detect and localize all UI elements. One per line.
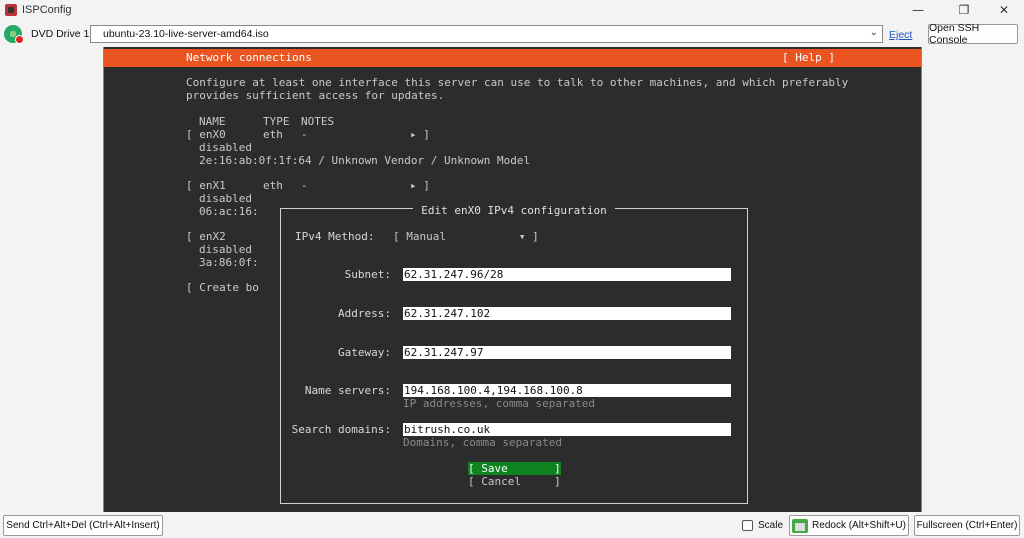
- ipv4-config-dialog: Edit enX0 IPv4 configuration IPv4 Method…: [280, 204, 748, 504]
- dvd-drive-label: DVD Drive 1:: [31, 28, 93, 40]
- interface-enx0-status: disabled: [199, 141, 252, 154]
- interface-enx1-arrow[interactable]: ▸ ]: [410, 179, 430, 192]
- save-button[interactable]: [ Save ]: [468, 462, 561, 475]
- fullscreen-button[interactable]: Fullscreen (Ctrl+Enter): [914, 515, 1020, 536]
- installer-header: Network connections [ Help ]: [104, 49, 921, 67]
- gateway-label: Gateway:: [338, 346, 391, 359]
- interface-enx1-status: disabled: [199, 192, 252, 205]
- column-notes-header: NOTES: [301, 115, 335, 128]
- restore-button[interactable]: ❐: [944, 0, 984, 20]
- eject-link[interactable]: Eject: [889, 29, 912, 41]
- create-bond-button[interactable]: [ Create bo: [186, 281, 259, 294]
- redock-icon: [792, 518, 809, 533]
- cancel-button[interactable]: [ Cancel ]: [468, 475, 561, 488]
- console-screen[interactable]: Network connections [ Help ] Configure a…: [103, 47, 922, 512]
- interface-enx2-name[interactable]: [ enX2: [186, 230, 226, 243]
- interface-enx1-type: eth: [263, 179, 283, 192]
- bottom-bar: Send Ctrl+Alt+Del (Ctrl+Alt+Insert) Scal…: [0, 512, 1024, 538]
- column-name-header: NAME: [199, 115, 226, 128]
- minimize-button[interactable]: —: [898, 0, 938, 20]
- interface-enx1-notes: -: [301, 179, 308, 192]
- column-type-header: TYPE: [263, 115, 290, 128]
- scale-checkbox[interactable]: [742, 520, 753, 531]
- search-domains-hint: Domains, comma separated: [403, 436, 562, 449]
- interface-enx2-status: disabled: [199, 243, 252, 256]
- search-domains-label: Search domains:: [291, 423, 391, 436]
- intro-text-line1: Configure at least one interface this se…: [186, 76, 849, 89]
- scale-label: Scale: [758, 520, 784, 531]
- help-button[interactable]: [ Help ]: [782, 51, 835, 64]
- interface-enx0-arrow[interactable]: ▸ ]: [410, 128, 430, 141]
- interface-enx0-type: eth: [263, 128, 283, 141]
- interface-enx1-name[interactable]: [ enX1: [186, 179, 226, 192]
- redock-label: Redock (Alt+Shift+U): [812, 520, 906, 531]
- toolbar: DVD Drive 1: ubuntu-23.10-live-server-am…: [0, 21, 1024, 47]
- name-servers-hint: IP addresses, comma separated: [403, 397, 596, 410]
- window-title: ISPConfig: [22, 4, 72, 16]
- dialog-title: Edit enX0 IPv4 configuration: [413, 204, 615, 217]
- name-servers-field[interactable]: 194.168.100.4,194.168.100.8: [403, 384, 731, 397]
- interface-enx0-detail: 2e:16:ab:0f:1f:64 / Unknown Vendor / Unk…: [199, 154, 531, 167]
- gateway-field[interactable]: 62.31.247.97: [403, 346, 731, 359]
- interface-enx0-notes: -: [301, 128, 308, 141]
- header-title: Network connections: [186, 51, 312, 64]
- subnet-label: Subnet:: [344, 268, 391, 281]
- address-field[interactable]: 62.31.247.102: [403, 307, 731, 320]
- iso-select-value: ubuntu-23.10-live-server-amd64.iso: [103, 28, 269, 40]
- iso-select[interactable]: ubuntu-23.10-live-server-amd64.iso ⌄: [90, 25, 883, 43]
- send-ctrl-alt-del-button[interactable]: Send Ctrl+Alt+Del (Ctrl+Alt+Insert): [3, 515, 163, 536]
- search-domains-field[interactable]: bitrush.co.uk: [403, 423, 731, 436]
- app-icon: [5, 4, 17, 16]
- open-ssh-console-button[interactable]: Open SSH Console: [928, 22, 1018, 46]
- intro-text-line2: provides sufficient access for updates.: [186, 89, 445, 102]
- name-servers-label: Name servers:: [304, 384, 391, 397]
- subnet-field[interactable]: 62.31.247.96/28: [403, 268, 731, 281]
- chevron-down-icon: ⌄: [869, 27, 878, 38]
- ipv4-method-select[interactable]: [ Manual ▾ ]: [393, 230, 539, 243]
- interface-enx2-detail: 3a:86:0f:: [199, 256, 259, 269]
- close-button[interactable]: ✕: [984, 0, 1024, 20]
- address-label: Address:: [338, 307, 391, 320]
- title-bar: ISPConfig — ❐ ✕: [0, 0, 1024, 20]
- interface-enx1-detail: 06:ac:16:: [199, 205, 259, 218]
- ipv4-method-label: IPv4 Method:: [295, 230, 375, 243]
- interface-enx0-name[interactable]: [ enX0: [186, 128, 226, 141]
- redock-button[interactable]: Redock (Alt+Shift+U): [789, 515, 909, 536]
- dvd-icon[interactable]: [4, 25, 24, 44]
